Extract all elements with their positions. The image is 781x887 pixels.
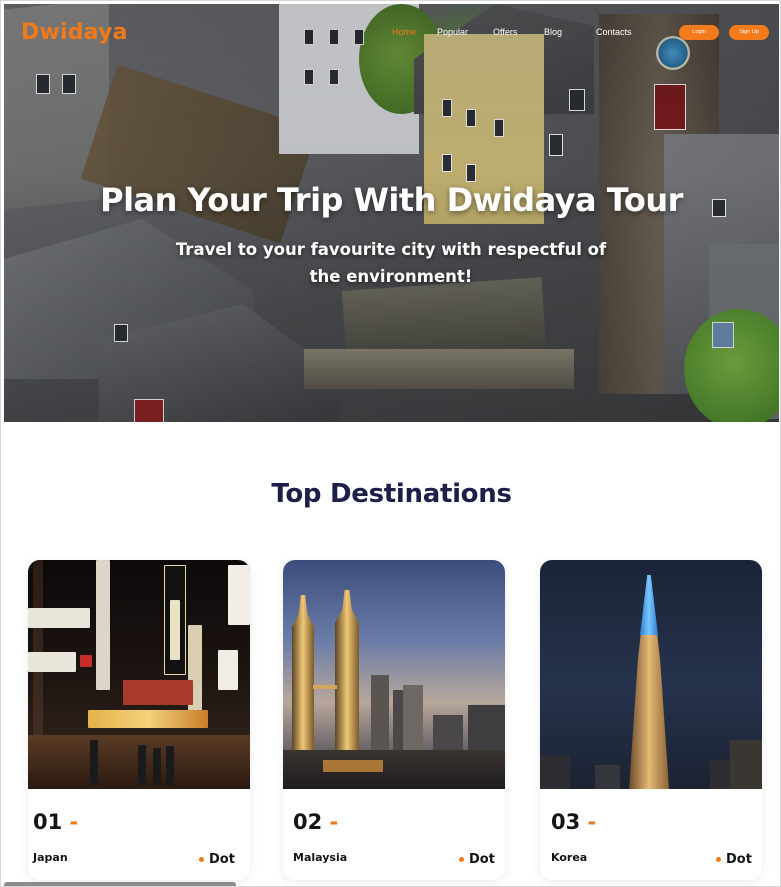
card-number: 02 - — [293, 810, 339, 834]
signup-button[interactable]: Sign Up — [729, 25, 769, 40]
destination-image — [28, 560, 250, 789]
hero-subtitle: Travel to your favourite city with respe… — [175, 240, 607, 286]
destination-card[interactable]: 01 - Japan Dot — [28, 560, 250, 880]
login-button[interactable]: Login — [679, 25, 719, 40]
nav-item-blog[interactable]: Blog — [544, 27, 562, 37]
hero-title: Plan Your Trip With Dwidaya Tour — [100, 181, 683, 219]
nav-item-contacts[interactable]: Contacts — [596, 27, 632, 37]
destination-card[interactable]: 02 - Malaysia Dot — [283, 560, 505, 880]
card-city: Japan — [33, 851, 68, 864]
destination-image — [283, 560, 505, 789]
card-city: Korea — [551, 851, 588, 864]
nav-item-offers[interactable]: Offers — [493, 27, 517, 37]
main-nav: Home Popular Offers Blog Contacts — [1, 27, 780, 41]
card-dot-tag: Dot — [199, 852, 235, 867]
dot-icon — [459, 857, 464, 862]
dot-icon — [716, 857, 721, 862]
horizontal-scrollbar[interactable] — [4, 882, 236, 886]
page: Dwidaya Home Popular Offers Blog Contact… — [0, 0, 781, 887]
card-city: Malaysia — [293, 851, 348, 864]
card-dot-tag: Dot — [716, 852, 752, 867]
destination-card[interactable]: 03 - Korea Dot — [540, 560, 762, 880]
destination-image — [540, 560, 762, 789]
section-title: Top Destinations — [271, 479, 512, 509]
card-number: 03 - — [551, 810, 597, 834]
card-dot-tag: Dot — [459, 852, 495, 867]
nav-item-popular[interactable]: Popular — [437, 27, 468, 37]
nav-item-home[interactable]: Home — [392, 27, 416, 37]
card-number: 01 - — [33, 810, 79, 834]
dot-icon — [199, 857, 204, 862]
